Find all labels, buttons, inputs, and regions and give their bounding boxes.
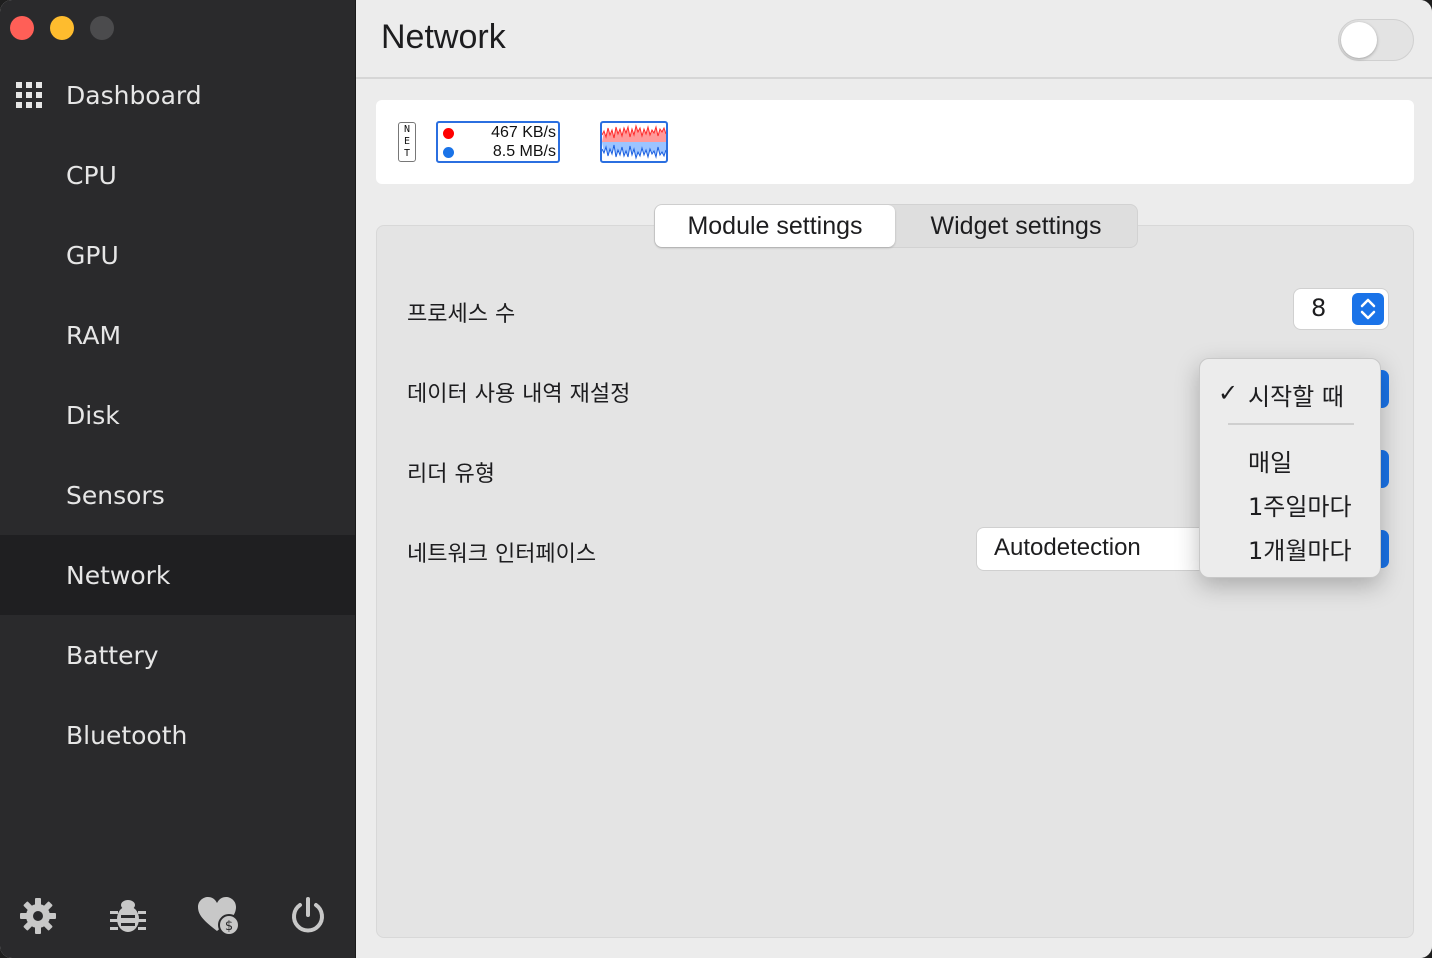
sidebar-item-network[interactable]: Network [0,535,355,615]
sidebar-item-label: Dashboard [66,80,202,110]
menu-item[interactable]: 1개월마다 [1248,531,1352,566]
svg-text:$: $ [225,919,233,934]
sidebar-item-sensors[interactable]: Sensors [0,455,355,535]
interface-select-value: Autodetection [994,534,1141,561]
toggle-knob [1341,22,1377,58]
upload-speed: 467 KB/s [491,124,556,141]
menu-item[interactable]: 매일 [1248,443,1292,478]
zoom-window-button[interactable] [90,16,114,40]
sidebar-item-label: GPU [66,240,119,270]
download-row: 8.5 MB/s [438,143,558,161]
window-controls [10,16,114,40]
main-content: Network N E T 467 KB/s 8.5 MB/s 프로세스 수 8… [356,0,1432,958]
upload-row: 467 KB/s [438,124,558,142]
interface-label: 네트워크 인터페이스 [407,542,597,567]
reset-usage-label: 데이터 사용 내역 재설정 [407,382,631,407]
sidebar-item-label: Battery [66,640,159,670]
sidebar-item-dashboard[interactable]: Dashboard [0,55,355,135]
net-label-letter: T [403,148,411,159]
widget-preview: N E T 467 KB/s 8.5 MB/s [376,100,1414,184]
settings-panel: 프로세스 수 8 데이터 사용 내역 재설정 리더 유형 네트워크 인터페이스 … [376,225,1414,938]
sidebar: Dashboard CPU GPU RAM Disk Sensors Netwo… [0,0,356,958]
interface-select[interactable]: Autodetection [977,528,1227,570]
sidebar-item-label: Sensors [66,480,165,510]
menu-item-checked[interactable]: 시작할 때 [1248,377,1344,412]
sidebar-item-label: Disk [66,400,120,430]
sidebar-item-cpu[interactable]: CPU [0,135,355,215]
process-count-label: 프로세스 수 [407,302,516,327]
sidebar-item-label: CPU [66,160,117,190]
sidebar-nav: Dashboard CPU GPU RAM Disk Sensors Netwo… [0,55,355,775]
close-window-button[interactable] [10,16,34,40]
minimize-window-button[interactable] [50,16,74,40]
network-chart [602,124,666,160]
stepper-arrows-icon[interactable] [1352,293,1384,325]
grid-icon [16,82,42,108]
download-speed: 8.5 MB/s [492,143,556,160]
sidebar-item-battery[interactable]: Battery [0,615,355,695]
power-icon[interactable] [287,895,329,937]
reset-usage-dropdown-menu: ✓ 시작할 때 매일 1주일마다 1개월마다 [1199,358,1381,578]
process-count-stepper[interactable]: 8 [1294,289,1388,329]
sidebar-item-disk[interactable]: Disk [0,375,355,455]
net-label: N E T [398,122,416,162]
app-window: Dashboard CPU GPU RAM Disk Sensors Netwo… [0,0,1432,958]
settings-tabs: Module settings Widget settings [654,204,1138,248]
menu-item[interactable]: 1주일마다 [1248,487,1352,522]
header: Network [356,0,1432,79]
checkmark-icon: ✓ [1218,379,1239,407]
tab-widget-settings[interactable]: Widget settings [895,205,1137,247]
sidebar-item-label: RAM [66,320,122,350]
process-count-value: 8 [1311,294,1327,322]
page-title: Network [381,18,506,56]
module-enable-toggle[interactable] [1338,19,1414,61]
tab-module-settings[interactable]: Module settings [655,205,895,247]
gear-icon[interactable] [17,895,59,937]
sidebar-item-bluetooth[interactable]: Bluetooth [0,695,355,775]
net-label-letter: N [403,124,411,135]
sidebar-item-gpu[interactable]: GPU [0,215,355,295]
sidebar-item-label: Bluetooth [66,720,188,750]
menu-separator [1228,423,1354,425]
speed-widget[interactable]: 467 KB/s 8.5 MB/s [436,121,560,163]
net-label-letter: E [403,136,411,147]
heart-donate-icon[interactable]: $ [196,895,242,937]
download-dot-icon [443,147,454,158]
sidebar-item-ram[interactable]: RAM [0,295,355,375]
upload-dot-icon [443,128,454,139]
bug-icon[interactable] [107,895,149,937]
reader-type-label: 리더 유형 [407,462,495,487]
sidebar-item-label: Network [66,560,171,590]
sidebar-bottom-bar: $ [0,892,355,940]
network-chart-widget[interactable] [600,121,668,163]
